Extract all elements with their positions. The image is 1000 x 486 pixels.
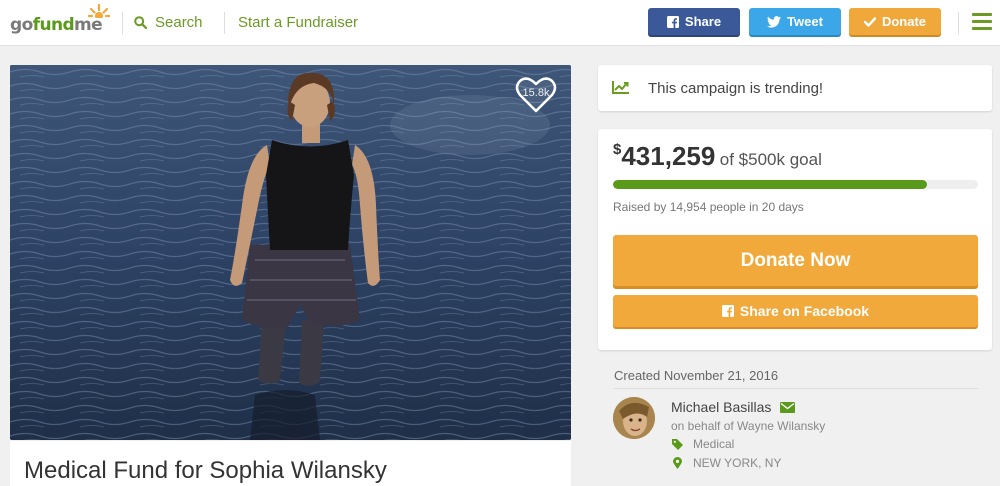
nav-divider	[958, 12, 959, 34]
heart-count: 15.8k	[522, 87, 550, 99]
share-fb-label: Share on Facebook	[739, 303, 870, 319]
twitter-icon	[767, 15, 782, 28]
tag-icon	[671, 438, 683, 450]
organizer: Michael Basillas	[671, 399, 796, 415]
share-on-facebook-button[interactable]: Share on Facebook	[613, 295, 978, 327]
logo-go: go	[10, 15, 33, 35]
avatar[interactable]	[613, 397, 655, 439]
top-header: gofundme Search Start a Fundraiser Share…	[0, 0, 1000, 46]
photo-illustration	[10, 65, 571, 440]
raised-amount: $431,259 of $500k goal	[613, 141, 822, 172]
logo-fund: fund	[32, 15, 75, 35]
logo-me: me	[74, 15, 103, 35]
gofundme-logo[interactable]: gofundme	[10, 4, 110, 40]
search-label: Search	[155, 14, 203, 31]
location-label: NEW YORK, NY	[693, 456, 782, 470]
share-label: Share	[684, 14, 722, 29]
facebook-icon	[721, 305, 734, 317]
logo-wordmark: gofundme	[10, 15, 103, 35]
check-icon	[863, 16, 876, 27]
start-fundraiser-link[interactable]: Start a Fundraiser	[238, 14, 358, 31]
trending-icon	[612, 81, 629, 94]
title-card: Medical Fund for Sophia Wilansky	[10, 441, 571, 486]
category-row[interactable]: Medical	[671, 437, 734, 451]
trending-text: This campaign is trending!	[648, 80, 824, 97]
search-link[interactable]: Search	[134, 14, 203, 31]
header-donate-button[interactable]: Donate	[849, 8, 941, 35]
funding-card: $431,259 of $500k goal Raised by 14,954 …	[598, 129, 992, 350]
nav-divider	[122, 12, 123, 34]
progress-bar	[613, 180, 978, 189]
donate-now-button[interactable]: Donate Now	[613, 235, 978, 286]
avatar-image	[613, 397, 655, 439]
location-row: NEW YORK, NY	[671, 456, 781, 470]
heart-icon[interactable]: 15.8k	[515, 76, 557, 114]
organizer-name[interactable]: Michael Basillas	[671, 399, 771, 415]
details-divider	[614, 388, 978, 389]
search-icon	[134, 16, 147, 29]
menu-icon[interactable]	[972, 13, 992, 30]
tweet-button[interactable]: Tweet	[749, 8, 841, 35]
created-date: Created November 21, 2016	[614, 368, 779, 383]
donate-label: Donate	[881, 14, 927, 29]
campaign-photo: 15.8k	[10, 65, 571, 440]
share-button[interactable]: Share	[648, 8, 740, 35]
facebook-icon	[666, 15, 679, 28]
nav-divider	[224, 12, 225, 34]
raised-by-text: Raised by 14,954 people in 20 days	[613, 200, 804, 214]
category-label: Medical	[693, 437, 735, 451]
progress-fill	[613, 180, 927, 189]
campaign-title: Medical Fund for Sophia Wilansky	[24, 457, 387, 484]
mail-icon[interactable]	[780, 401, 796, 413]
amount-raised: 431,259	[621, 141, 716, 171]
location-pin-icon	[672, 457, 682, 469]
goal-text: of $500k goal	[719, 150, 822, 169]
on-behalf-text: on behalf of Wayne Wilansky	[671, 419, 826, 433]
trending-card: This campaign is trending!	[598, 65, 992, 111]
tweet-label: Tweet	[787, 14, 823, 29]
